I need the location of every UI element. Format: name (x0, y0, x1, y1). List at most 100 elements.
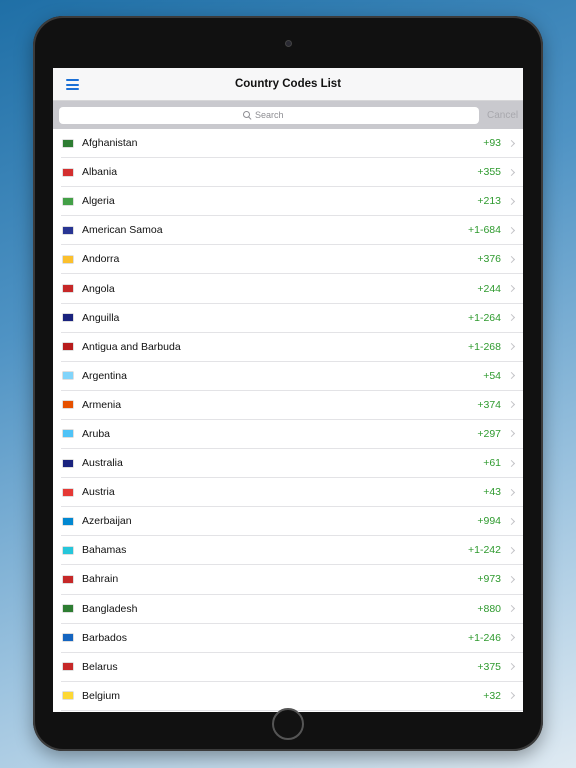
country-row[interactable]: Belgium +32 (61, 682, 523, 711)
country-row[interactable]: Bahrain +973 (61, 565, 523, 595)
chevron-right-icon (507, 488, 516, 496)
flag-icon (63, 226, 73, 234)
flag-icon (63, 575, 73, 583)
country-name: American Samoa (82, 224, 163, 237)
flag-icon (63, 634, 73, 642)
chevron-right-icon (507, 139, 516, 147)
flag-icon (63, 692, 73, 700)
country-row[interactable]: Afghanistan +93 (61, 129, 523, 159)
chevron-right-icon (507, 517, 516, 525)
dialing-code: +213 (477, 195, 501, 208)
chevron-right-icon (507, 372, 516, 380)
country-name: Armenia (82, 398, 122, 411)
country-name: Albania (82, 166, 118, 179)
flag-icon (63, 517, 73, 525)
country-row[interactable]: Azerbaijan +994 (61, 507, 523, 537)
country-row[interactable]: Angola +244 (61, 274, 523, 304)
dialing-code: +93 (483, 137, 501, 150)
country-name: Argentina (82, 369, 127, 382)
chevron-right-icon (507, 168, 516, 176)
country-name: Andorra (82, 253, 120, 266)
flag-icon (63, 168, 73, 176)
flag-icon (63, 372, 73, 380)
flag-icon (63, 139, 73, 147)
country-row[interactable]: Australia +61 (61, 449, 523, 479)
flag-icon (63, 605, 73, 613)
chevron-right-icon (507, 634, 516, 642)
country-row[interactable]: American Samoa +1-684 (61, 216, 523, 246)
country-row[interactable]: Bahamas +1-242 (61, 536, 523, 566)
country-name: Australia (82, 457, 123, 470)
country-row[interactable]: Belarus +375 (61, 653, 523, 682)
dialing-code: +375 (477, 660, 501, 673)
chevron-right-icon (507, 401, 516, 409)
country-name: Bahamas (82, 544, 127, 557)
chevron-right-icon (507, 546, 516, 554)
flag-icon (63, 197, 73, 205)
country-name: Anguilla (82, 311, 120, 324)
search-input[interactable] (255, 110, 295, 120)
country-row[interactable]: Andorra +376 (61, 245, 523, 275)
country-name: Belarus (82, 660, 118, 673)
search-icon (243, 111, 251, 119)
country-name: Aruba (82, 427, 111, 440)
country-row[interactable]: Aruba +297 (61, 420, 523, 450)
country-name: Azerbaijan (82, 515, 132, 528)
navigation-bar: Country Codes List (53, 68, 523, 101)
country-row[interactable]: Barbados +1-246 (61, 624, 523, 653)
chevron-right-icon (507, 430, 516, 438)
chevron-right-icon (507, 605, 516, 613)
flag-icon (63, 430, 73, 438)
camera-icon (285, 40, 292, 47)
dialing-code: +32 (483, 689, 501, 702)
country-name: Antigua and Barbuda (82, 340, 181, 353)
flag-icon (63, 314, 73, 322)
flag-icon (63, 488, 73, 496)
dialing-code: +994 (477, 515, 501, 528)
chevron-right-icon (507, 197, 516, 205)
dialing-code: +61 (483, 457, 501, 470)
country-list: Afghanistan +93 Albania +355 Algeria +213 Amer… (53, 129, 523, 711)
country-row[interactable]: Algeria +213 (61, 187, 523, 217)
country-row[interactable]: Bangladesh +880 (61, 595, 523, 624)
dialing-code: +54 (483, 369, 501, 382)
dialing-code: +1-684 (468, 224, 501, 237)
dialing-code: +1-264 (468, 311, 501, 324)
country-name: Austria (82, 486, 115, 499)
search-field[interactable] (59, 106, 479, 124)
flag-icon (63, 343, 73, 351)
dialing-code: +1-268 (468, 340, 501, 353)
dialing-code: +297 (477, 427, 501, 440)
chevron-right-icon (507, 226, 516, 234)
chevron-right-icon (507, 255, 516, 263)
country-row[interactable]: Armenia +374 (61, 391, 523, 420)
country-row[interactable]: Antigua and Barbuda +1-268 (61, 333, 523, 362)
flag-icon (63, 285, 73, 293)
flag-icon (63, 459, 73, 467)
dialing-code: +374 (477, 398, 501, 411)
country-row[interactable]: Albania +355 (61, 158, 523, 188)
flag-icon (63, 401, 73, 409)
dialing-code: +1-246 (468, 631, 501, 644)
dialing-code: +1-242 (468, 544, 501, 557)
country-name: Algeria (82, 195, 115, 208)
cancel-button[interactable]: Cancel (487, 110, 518, 121)
country-name: Bangladesh (82, 602, 138, 615)
country-row[interactable]: Anguilla +1-264 (61, 304, 523, 333)
chevron-right-icon (507, 343, 516, 351)
chevron-right-icon (507, 284, 516, 293)
country-name: Bahrain (82, 573, 119, 586)
country-name: Afghanistan (82, 137, 138, 150)
app-screen: Country Codes List Cancel Afghanistan +93… (53, 68, 523, 712)
page-title: Country Codes List (234, 78, 342, 90)
chevron-right-icon (507, 459, 516, 467)
country-row[interactable]: Argentina +54 (61, 362, 523, 391)
country-row[interactable]: Austria +43 (61, 478, 523, 508)
hamburger-menu-icon[interactable] (66, 79, 79, 90)
dialing-code: +880 (477, 602, 501, 615)
flag-icon (63, 663, 73, 671)
dialing-code: +376 (477, 253, 501, 266)
country-name: Barbados (82, 631, 127, 644)
home-button[interactable] (272, 708, 304, 740)
search-bar: Cancel (53, 101, 523, 129)
